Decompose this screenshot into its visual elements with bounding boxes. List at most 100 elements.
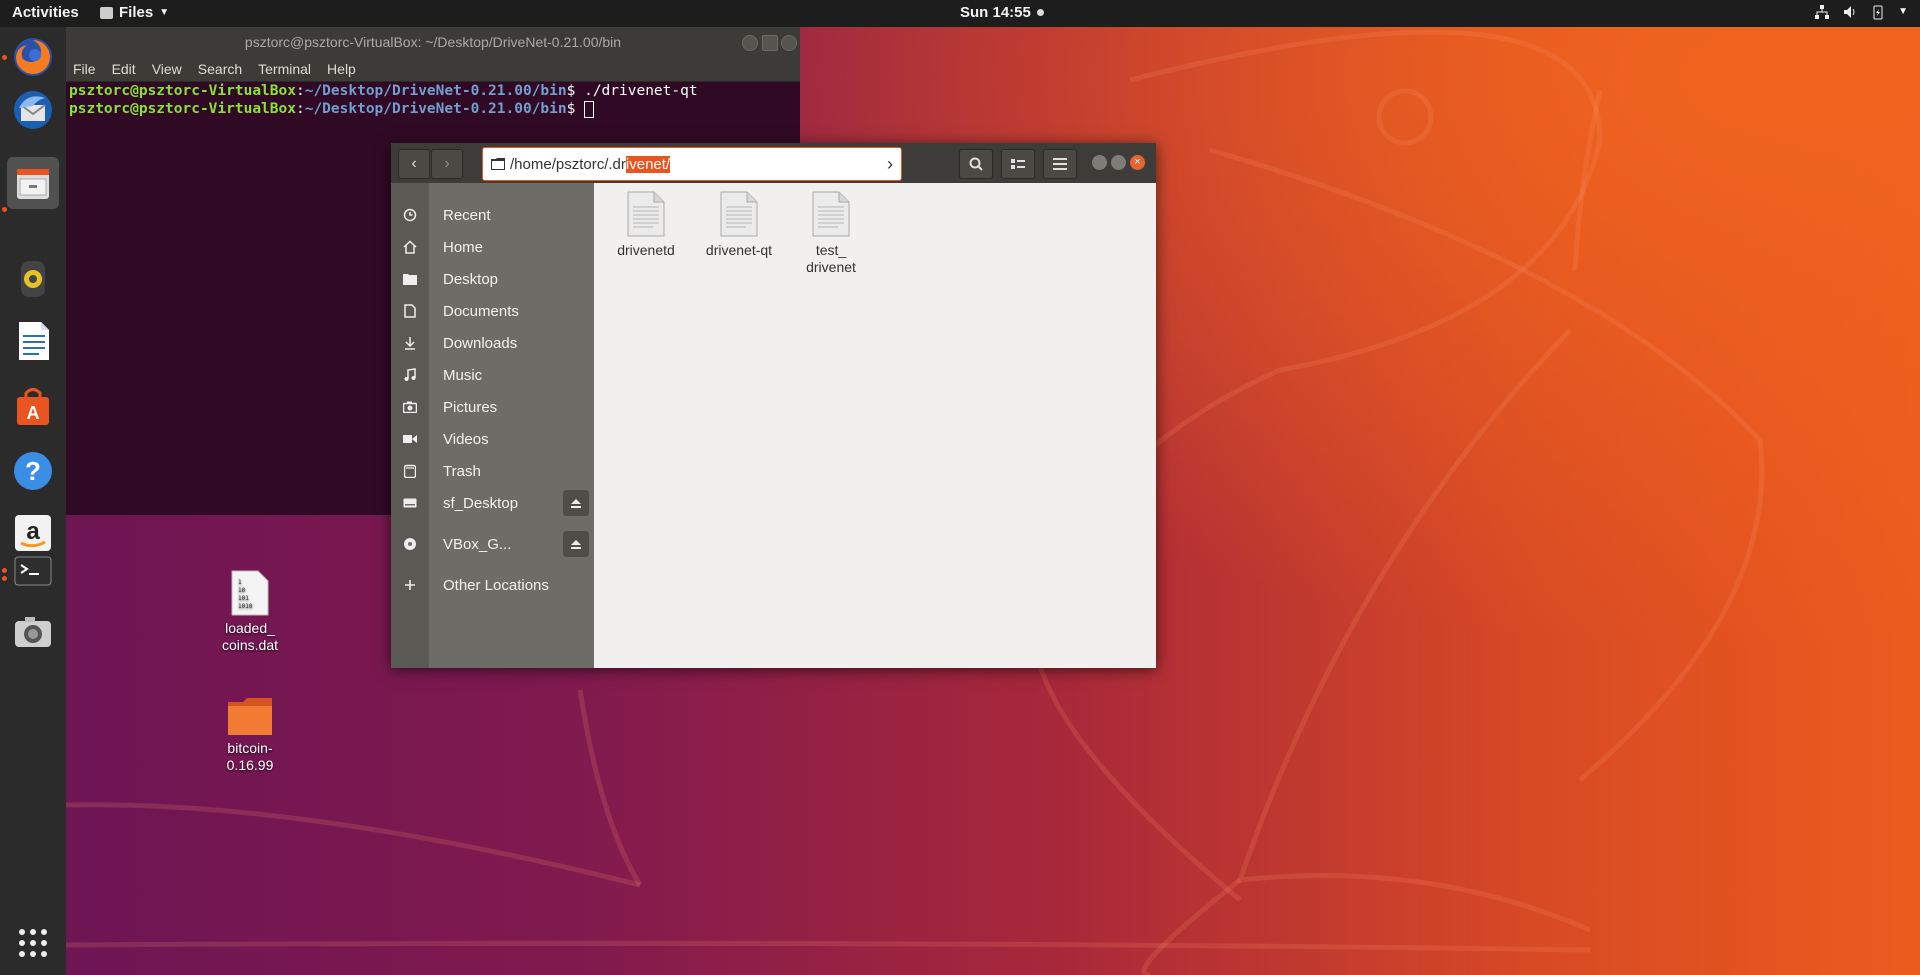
terminal-title: psztorc@psztorc-VirtualBox: ~/Desktop/Dr… xyxy=(244,34,622,50)
sidebar-item-vbox[interactable]: VBox_G... xyxy=(391,529,594,559)
dock-help[interactable]: ? xyxy=(7,445,59,497)
svg-text:a: a xyxy=(26,518,40,545)
back-button[interactable]: ‹ xyxy=(398,149,430,179)
forward-button[interactable]: › xyxy=(431,149,463,179)
sidebar-item-sf-desktop[interactable]: sf_Desktop xyxy=(391,488,594,518)
notification-dot-icon xyxy=(1036,9,1044,16)
sidebar-item-pictures[interactable]: Pictures xyxy=(391,392,594,422)
minimize-button[interactable] xyxy=(1092,155,1107,170)
sidebar-item-documents[interactable]: Documents xyxy=(391,296,594,326)
dock: A ? a xyxy=(0,27,66,975)
app-menu-files[interactable]: Files ▼ xyxy=(100,4,169,21)
terminal-command: ./drivenet-qt xyxy=(575,83,698,99)
close-button[interactable]: × xyxy=(1130,155,1145,170)
dock-thunderbird[interactable] xyxy=(7,84,59,136)
sidebar-item-trash[interactable]: Trash xyxy=(391,456,594,486)
menu-terminal[interactable]: Terminal xyxy=(258,57,311,81)
battery-icon xyxy=(1873,5,1883,20)
desktop-icon-loaded-coins[interactable]: 1 10 101 1010 loaded_ coins.dat xyxy=(200,570,300,654)
sidebar-item-desktop[interactable]: Desktop xyxy=(391,264,594,294)
file-manager-headerbar[interactable]: ‹ › /home/psztorc/.drivenet/ › × xyxy=(391,143,1156,183)
text-file-icon xyxy=(812,191,850,237)
dock-rhythmbox[interactable] xyxy=(7,253,59,305)
activities-button[interactable]: Activities xyxy=(12,4,79,21)
download-icon xyxy=(405,337,415,350)
running-indicator xyxy=(2,207,7,212)
terminal-line-2[interactable]: psztorc@psztorc-VirtualBox:~/Desktop/Dri… xyxy=(66,100,800,118)
chevron-right-icon[interactable]: › xyxy=(887,154,893,175)
eject-button[interactable] xyxy=(563,531,589,557)
eject-icon xyxy=(571,539,581,549)
location-text: /home/psztorc/.drivenet/ xyxy=(510,155,671,173)
file-label: test_ drivenet xyxy=(806,242,856,275)
maximize-button[interactable] xyxy=(1111,155,1126,170)
sidebar-item-home[interactable]: Home xyxy=(391,232,594,262)
minimize-button[interactable] xyxy=(742,35,758,51)
show-applications-button[interactable] xyxy=(7,917,59,969)
sidebar-item-recent[interactable]: Recent xyxy=(391,200,594,230)
hamburger-icon xyxy=(1053,158,1067,170)
clock-label: Sun 14:55 xyxy=(960,4,1031,21)
menu-edit[interactable]: Edit xyxy=(112,57,136,81)
home-icon xyxy=(403,240,417,254)
file-manager-window[interactable]: ‹ › /home/psztorc/.drivenet/ › × Recent … xyxy=(391,143,1156,668)
menu-view[interactable]: View xyxy=(152,57,182,81)
binary-file-icon: 1101011010 xyxy=(231,570,269,616)
music-icon xyxy=(404,368,416,381)
file-item[interactable]: drivenet-qt xyxy=(694,191,784,259)
shopping-bag-icon: A xyxy=(17,388,49,425)
close-button[interactable] xyxy=(781,35,797,51)
terminal-menubar: File Edit View Search Terminal Help xyxy=(66,57,800,82)
sidebar-item-videos[interactable]: Videos xyxy=(391,424,594,454)
svg-text:101: 101 xyxy=(238,595,249,602)
dock-files[interactable] xyxy=(7,157,59,209)
eject-button[interactable] xyxy=(563,490,589,516)
dock-software[interactable]: A xyxy=(7,381,59,433)
menu-file[interactable]: File xyxy=(73,57,96,81)
file-item[interactable]: drivenetd xyxy=(601,191,691,259)
sidebar-item-other-locations[interactable]: Other Locations xyxy=(391,570,594,600)
camera-icon xyxy=(15,617,51,647)
terminal-icon xyxy=(14,556,52,586)
camera-icon xyxy=(403,401,417,413)
clock[interactable]: Sun 14:55 xyxy=(960,4,1044,21)
chevron-down-icon: ▼ xyxy=(159,7,170,18)
search-icon xyxy=(969,157,983,171)
system-tray[interactable]: ▼ xyxy=(1814,4,1908,20)
terminal-titlebar[interactable]: psztorc@psztorc-VirtualBox: ~/Desktop/Dr… xyxy=(66,27,800,57)
terminal-cursor xyxy=(584,100,595,118)
speaker-icon xyxy=(21,261,45,297)
sidebar-item-downloads[interactable]: Downloads xyxy=(391,328,594,358)
desktop-icon-label: loaded_ coins.dat xyxy=(221,620,279,653)
dock-writer[interactable] xyxy=(7,315,59,367)
folder-icon xyxy=(228,698,272,735)
menu-help[interactable]: Help xyxy=(327,57,356,81)
file-item[interactable]: test_ drivenet xyxy=(786,191,876,276)
dock-screenshot[interactable] xyxy=(7,607,59,659)
svg-text:A: A xyxy=(27,403,40,423)
location-entry[interactable]: /home/psztorc/.drivenet/ › xyxy=(482,147,902,181)
file-view[interactable]: drivenetd drivenet-qt test_ drivenet xyxy=(595,183,1156,668)
menu-button[interactable] xyxy=(1043,149,1077,179)
svg-text:?: ? xyxy=(25,456,41,486)
video-icon xyxy=(403,435,417,443)
app-menu-label: Files xyxy=(119,4,154,21)
svg-text:1010: 1010 xyxy=(238,603,253,610)
dock-terminal[interactable] xyxy=(7,545,59,597)
dock-firefox[interactable] xyxy=(7,31,59,83)
places-sidebar: Recent Home Desktop Documents Downloads … xyxy=(391,183,594,668)
help-icon: ? xyxy=(14,452,52,490)
menu-search[interactable]: Search xyxy=(198,57,242,81)
close-icon: × xyxy=(1134,156,1141,168)
chevron-left-icon: ‹ xyxy=(411,155,417,172)
chevron-down-icon: ▼ xyxy=(1898,6,1908,17)
desktop-icon-bitcoin[interactable]: bitcoin- 0.16.99 xyxy=(200,696,300,774)
search-button[interactable] xyxy=(959,149,993,179)
trash-icon xyxy=(404,464,416,478)
view-toggle-button[interactable] xyxy=(1001,149,1035,179)
sidebar-item-music[interactable]: Music xyxy=(391,360,594,390)
maximize-button[interactable] xyxy=(762,35,778,51)
disc-icon xyxy=(404,538,416,550)
text-file-icon xyxy=(627,191,665,237)
file-label: drivenetd xyxy=(617,242,675,258)
